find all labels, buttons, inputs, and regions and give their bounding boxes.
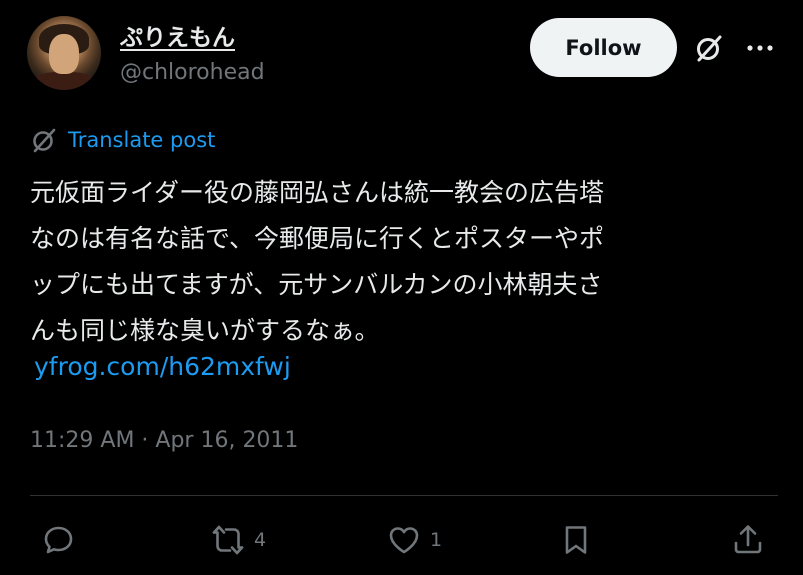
translate-label: Translate post (68, 128, 216, 152)
reply-button[interactable] (40, 520, 84, 560)
post-text-line: 元仮面ライダー役の藤岡弘さんは統一教会の広告塔 (30, 178, 605, 207)
follow-button[interactable]: Follow (530, 18, 677, 77)
share-icon (734, 525, 762, 554)
post-timestamp[interactable]: 11:29 AM · Apr 16, 2011 (30, 428, 298, 453)
translate-post-button[interactable]: Translate post (30, 126, 215, 154)
post-text: 元仮面ライダー役の藤岡弘さんは統一教会の広告塔 なのは有名な話で、今郵便局に行く… (30, 170, 765, 354)
avatar-coat (31, 72, 97, 90)
bookmark-button[interactable] (558, 520, 594, 560)
like-button[interactable]: 1 (386, 520, 442, 560)
post-text-line: ップにも出てますが、元サンバルカンの小林朝夫さ (30, 270, 603, 299)
avatar-face (49, 34, 79, 74)
reply-icon (44, 526, 73, 554)
repost-icon (212, 525, 244, 555)
post-link[interactable]: yfrog.com/h62mxfwj (34, 352, 291, 381)
author-handle[interactable]: @chlorohead (120, 60, 265, 85)
author-display-name[interactable]: ぷりえもん (120, 18, 235, 52)
divider (30, 495, 778, 496)
translate-icon (33, 128, 56, 153)
share-button[interactable] (730, 520, 766, 560)
repost-count: 4 (254, 529, 267, 551)
grok-icon[interactable] (693, 32, 725, 64)
bookmark-icon (565, 526, 587, 554)
post-text-line: なのは有名な話で、今郵便局に行くとポスターやポ (30, 224, 605, 253)
like-count: 1 (430, 529, 443, 551)
heart-icon (389, 527, 419, 554)
avatar[interactable] (27, 16, 101, 90)
repost-button[interactable]: 4 (210, 520, 266, 560)
more-icon[interactable] (744, 38, 776, 58)
post-text-line: んも同じ様な臭いがするなぁ。 (30, 316, 380, 345)
